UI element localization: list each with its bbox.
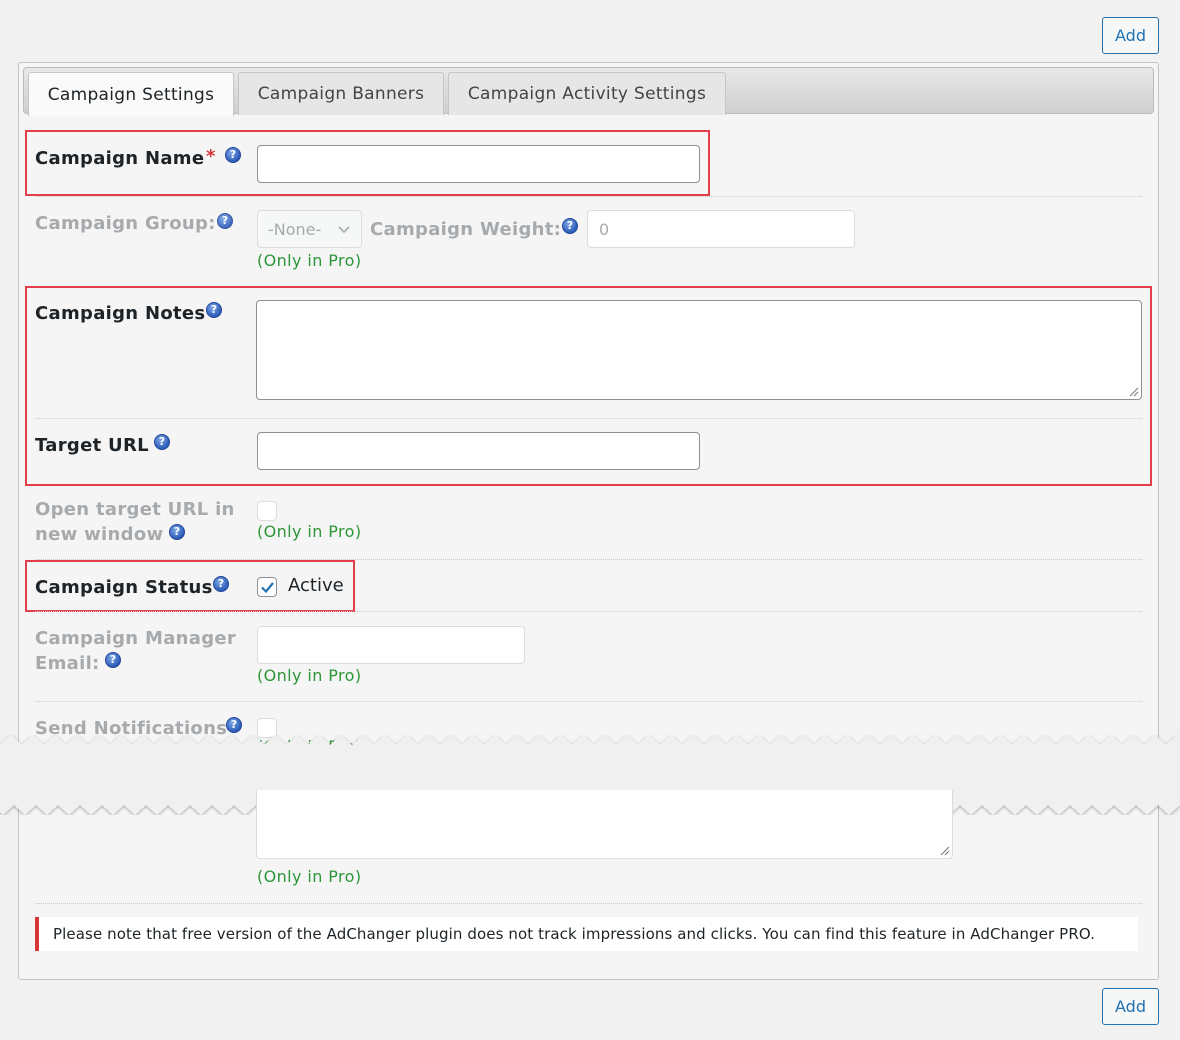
only-in-pro-note: (Only in Pro) — [257, 522, 362, 541]
checkmark-icon — [261, 582, 274, 594]
campaign-notes-textarea[interactable] — [256, 300, 1142, 400]
tab-campaign-settings[interactable]: Campaign Settings — [28, 72, 234, 116]
campaign-name-input[interactable] — [257, 145, 700, 183]
help-icon[interactable]: ? — [217, 213, 233, 229]
only-in-pro-note: (Only in Pro) — [257, 867, 362, 886]
campaign-status-checkbox[interactable] — [257, 577, 277, 597]
tab-campaign-banners[interactable]: Campaign Banners — [238, 72, 444, 115]
target-url-label: Target URL — [35, 435, 149, 456]
help-icon[interactable]: ? — [213, 576, 229, 592]
row-divider — [35, 701, 1142, 702]
manager-email-input[interactable] — [257, 626, 525, 664]
campaign-status-label: Campaign Status — [35, 577, 213, 598]
campaign-name-label: Campaign Name — [35, 148, 205, 169]
help-icon[interactable]: ? — [105, 652, 121, 668]
only-in-pro-note: (Only in Pro) — [257, 251, 362, 270]
target-url-input[interactable] — [257, 432, 700, 470]
tab-campaign-activity-settings[interactable]: Campaign Activity Settings — [448, 72, 726, 115]
campaign-group-select[interactable]: -None- — [257, 210, 362, 248]
help-icon[interactable]: ? — [154, 434, 170, 450]
required-asterisk: * — [206, 146, 216, 167]
campaign-group-selected: -None- — [268, 220, 322, 239]
resize-grip-icon[interactable] — [940, 846, 950, 856]
row-divider — [35, 559, 1142, 560]
campaign-weight-input[interactable]: 0 — [587, 210, 855, 248]
help-icon[interactable]: ? — [226, 717, 242, 733]
campaign-weight-label: Campaign Weight: — [370, 219, 562, 240]
open-new-window-label-line1: Open target URL in — [35, 499, 235, 520]
chevron-down-icon — [338, 226, 350, 234]
manager-email-label-line1: Campaign Manager — [35, 628, 237, 649]
open-new-window-checkbox[interactable] — [257, 501, 277, 521]
row-divider — [35, 611, 1142, 612]
tab-bar: Campaign Settings Campaign Banners Campa… — [23, 67, 1154, 116]
campaign-group-label: Campaign Group: — [35, 213, 216, 234]
help-icon[interactable]: ? — [562, 218, 578, 234]
row-divider — [35, 418, 1142, 419]
manager-email-label-line2: Email: — [35, 653, 100, 674]
add-button-top[interactable]: Add — [1102, 17, 1159, 54]
only-in-pro-note: (Only in Pro) — [257, 666, 362, 685]
campaign-notes-label: Campaign Notes — [35, 303, 206, 324]
row-divider — [35, 903, 1142, 904]
row-divider — [35, 196, 1142, 197]
campaign-weight-value: 0 — [599, 220, 610, 239]
help-icon[interactable]: ? — [206, 302, 222, 318]
open-new-window-label-line2: new window — [35, 524, 164, 545]
pro-feature-notice: Please note that free version of the AdC… — [35, 917, 1138, 951]
help-icon[interactable]: ? — [169, 524, 185, 540]
resize-grip-icon[interactable] — [1129, 387, 1139, 397]
help-icon[interactable]: ? — [225, 147, 241, 163]
bottom-textarea[interactable] — [256, 790, 953, 859]
campaign-status-active-label: Active — [288, 575, 344, 596]
add-button-bottom[interactable]: Add — [1102, 988, 1159, 1025]
